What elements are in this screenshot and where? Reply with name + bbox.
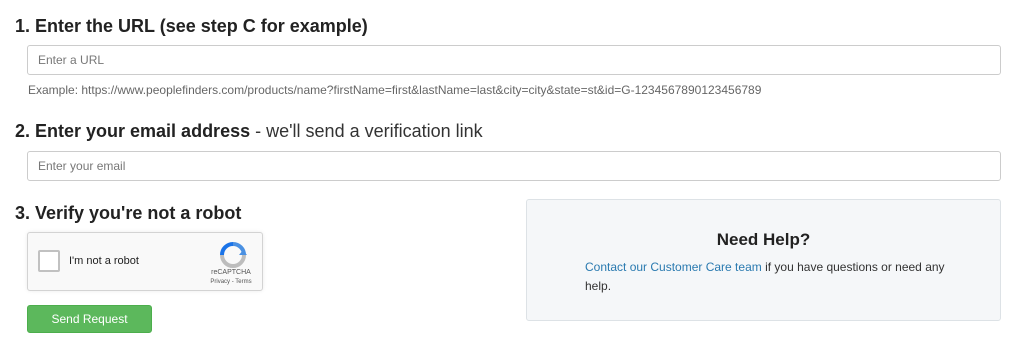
step-1-heading: 1. Enter the URL (see step C for example… (15, 16, 368, 36)
help-title: Need Help? (716, 230, 811, 249)
recaptcha-logo-icon (220, 242, 247, 268)
url-example-text: Example: https://www.peoplefinders.com/p… (28, 83, 762, 97)
send-request-button[interactable]: Send Request (27, 305, 152, 333)
step-2-heading: 2. Enter your email address - we'll send… (15, 121, 483, 142)
recaptcha-privacy-terms-links[interactable]: Privacy - Terms (200, 279, 262, 285)
help-box: Need Help? Contact our Customer Care tea… (526, 199, 1001, 321)
url-input[interactable] (27, 45, 1001, 75)
recaptcha-widget: I'm not a robot reCAPTCHA Privacy - Term… (27, 232, 263, 291)
recaptcha-label: I'm not a robot (69, 255, 139, 267)
recaptcha-brand: reCAPTCHA (211, 269, 251, 276)
help-body: Contact our Customer Care team if you ha… (585, 258, 950, 296)
step-3-heading: 3. Verify you're not a robot (15, 203, 242, 223)
step-2-heading-main: 2. Enter your email address (15, 121, 251, 141)
recaptcha-checkbox[interactable] (38, 250, 60, 272)
email-input[interactable] (27, 151, 1001, 181)
step-2-heading-note: - we'll send a verification link (250, 121, 483, 141)
customer-care-link[interactable]: Contact our Customer Care team (585, 260, 762, 274)
